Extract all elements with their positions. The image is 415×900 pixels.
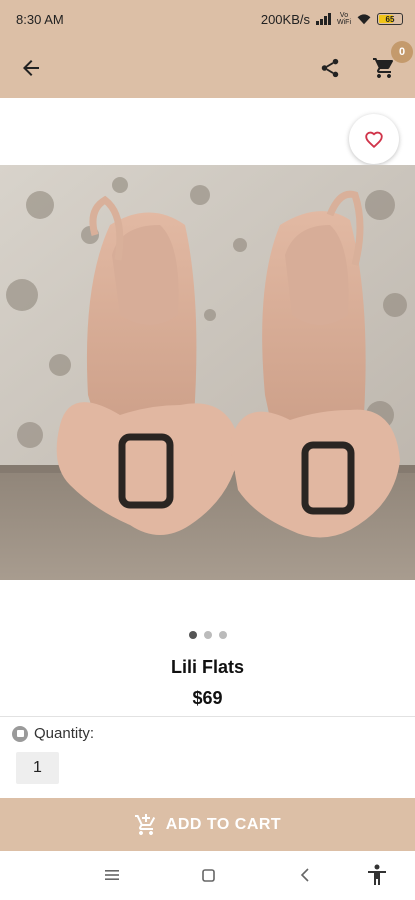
image-pager-dots (0, 631, 415, 639)
cellular-signal-icon (316, 13, 331, 25)
cart-icon (373, 58, 394, 78)
accessibility-icon (368, 864, 386, 885)
heart-outline-icon (365, 131, 383, 149)
favorite-button[interactable] (349, 114, 399, 164)
share-button[interactable] (313, 51, 347, 85)
product-image[interactable] (0, 165, 415, 580)
square-icon (201, 868, 215, 882)
share-icon (321, 58, 339, 78)
nav-home-button[interactable] (196, 863, 220, 887)
status-indicators: 200KB/s Vo WiFi 65 (261, 12, 403, 27)
quantity-label-row: Quantity: (12, 725, 94, 742)
nav-menu-button[interactable] (100, 863, 124, 887)
pager-dot-2[interactable] (203, 631, 212, 639)
vowifi-icon: Vo WiFi (337, 12, 351, 26)
nav-back-button[interactable] (293, 863, 317, 887)
product-name: Lili Flats (170, 657, 244, 677)
product-price: $69 (192, 688, 223, 708)
cart-button[interactable]: 0 (367, 41, 413, 85)
system-nav-bar (0, 851, 415, 900)
app-bar-actions: 0 (313, 41, 413, 85)
status-bar: 8:30 AM 200KB/s Vo WiFi 65 (0, 0, 415, 38)
pager-dot-1[interactable] (188, 631, 197, 639)
quantity-label: Quantity: (34, 725, 95, 742)
quantity-indicator-icon (12, 725, 28, 742)
nav-accessibility-button[interactable] (365, 863, 389, 887)
battery-level: 65 (385, 14, 395, 24)
quantity-input[interactable]: 1 (16, 752, 59, 784)
app-bar: 0 (0, 38, 415, 98)
chevron-left-icon (300, 868, 309, 882)
cart-count-badge: 0 (391, 41, 413, 63)
add-to-cart-label: ADD TO CART (165, 815, 282, 833)
add-cart-icon (134, 813, 155, 835)
pager-dot-3[interactable] (218, 631, 227, 639)
network-speed: 200KB/s (260, 11, 310, 27)
battery-icon: 65 (377, 13, 403, 25)
back-button[interactable] (14, 51, 48, 85)
wifi-icon (357, 14, 371, 25)
add-to-cart-button[interactable]: ADD TO CART (0, 798, 415, 851)
divider (0, 716, 415, 717)
menu-icon (105, 870, 119, 880)
arrow-left-icon (23, 60, 39, 76)
status-time: 8:30 AM (16, 11, 64, 27)
